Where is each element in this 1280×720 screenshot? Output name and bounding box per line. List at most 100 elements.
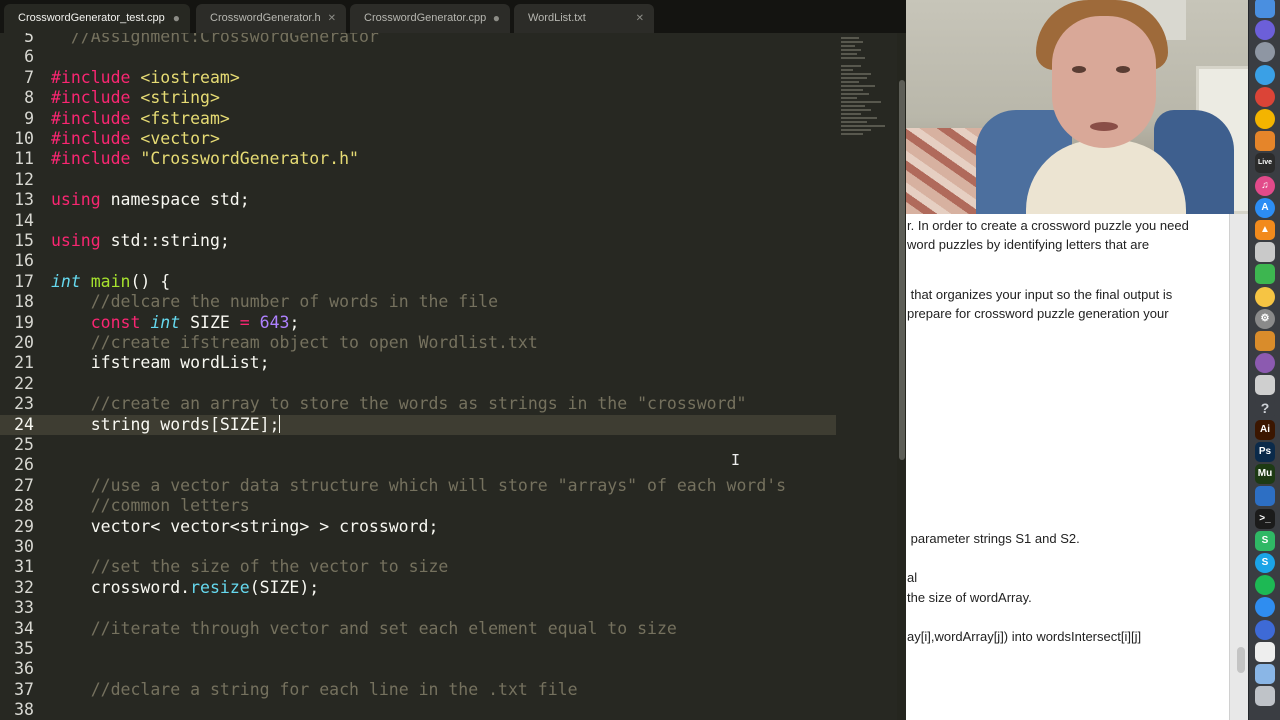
chrome-alt-icon[interactable]	[1255, 109, 1275, 129]
line-number: 31	[14, 557, 34, 577]
document-scrollbar-thumb[interactable]	[1237, 647, 1245, 673]
code-line[interactable]: 21 ifstream wordList;	[0, 353, 836, 373]
code-line[interactable]: 14	[0, 211, 836, 231]
code-token: main	[90, 271, 131, 291]
code-line[interactable]: 38	[0, 700, 836, 720]
skype-icon[interactable]: S	[1255, 553, 1275, 573]
trash-icon[interactable]	[1255, 686, 1275, 707]
code-text: #include <fstream>	[51, 109, 230, 129]
code-line[interactable]: 17 int main() {	[0, 272, 836, 292]
code-line[interactable]: 24 string words[SIZE];	[0, 414, 836, 435]
itunes-icon[interactable]: ♫	[1255, 175, 1275, 196]
font-book-icon[interactable]	[1255, 375, 1275, 396]
vlc-icon[interactable]: ▲	[1255, 220, 1275, 240]
code-line[interactable]: 31 //set the size of the vector to size	[0, 557, 836, 577]
preview-icon[interactable]	[1255, 242, 1275, 263]
code-line[interactable]: 16	[0, 251, 836, 271]
code-line[interactable]: 20 //create ifstream object to open Word…	[0, 333, 836, 353]
document-icon[interactable]	[1255, 641, 1275, 662]
code-line[interactable]: 9 #include <fstream>	[0, 109, 836, 129]
code-line[interactable]: 7 #include <iostream>	[0, 68, 836, 88]
editor-scrollbar-thumb[interactable]	[899, 80, 905, 460]
minimap-line	[841, 129, 871, 131]
launchpad-icon[interactable]	[1255, 42, 1275, 63]
code-line[interactable]: 19 const int SIZE = 643;	[0, 313, 836, 333]
close-icon[interactable]: ✕	[636, 4, 644, 33]
unsaved-dot-icon[interactable]: ●	[493, 4, 500, 33]
siri-icon[interactable]	[1255, 20, 1275, 41]
line-number: 28	[14, 496, 34, 516]
code-line[interactable]: 5 //Assignment:CrosswordGenerator	[0, 33, 836, 47]
code-line[interactable]: 22	[0, 374, 836, 394]
code-line[interactable]: 36	[0, 659, 836, 679]
code-line[interactable]: 25	[0, 435, 836, 455]
document-page[interactable]: r. In order to create a crossword puzzle…	[906, 214, 1230, 720]
minimap-line	[841, 105, 865, 107]
code-line[interactable]: 12	[0, 170, 836, 190]
live-icon[interactable]: Live	[1255, 153, 1275, 174]
code-token: crossword.	[51, 577, 191, 597]
code-text: using namespace std;	[51, 190, 250, 210]
muse-icon[interactable]: Mu	[1255, 464, 1275, 485]
system-preferences-icon[interactable]: ⚙	[1255, 308, 1275, 329]
tab-crosswordgenerator-test-cpp[interactable]: CrosswordGenerator_test.cpp ●	[4, 4, 190, 33]
code-editor[interactable]: 5 //Assignment:CrosswordGenerator 6 7 #incl…	[0, 33, 906, 720]
terminal-icon[interactable]: >_	[1255, 508, 1275, 529]
code-line[interactable]: 11 #include "CrosswordGenerator.h"	[0, 149, 836, 169]
code-line[interactable]: 6	[0, 47, 836, 67]
unsaved-dot-icon[interactable]: ●	[173, 4, 180, 33]
code-line[interactable]: 15 using std::string;	[0, 231, 836, 251]
downloads-icon[interactable]	[1255, 664, 1275, 684]
minimap-line	[841, 77, 867, 79]
tab-label: CrosswordGenerator.cpp	[364, 12, 487, 24]
minimap[interactable]	[837, 33, 897, 153]
code-line[interactable]: 13 using namespace std;	[0, 190, 836, 210]
line-number: 10	[14, 129, 34, 148]
evernote-icon[interactable]	[1255, 264, 1275, 285]
app-store-icon[interactable]: A	[1255, 197, 1275, 218]
code-line[interactable]: 26	[0, 455, 836, 475]
tab-wordlist-txt[interactable]: WordList.txt ✕	[514, 4, 654, 33]
code-line[interactable]: 28 //common letters	[0, 496, 836, 516]
photo-icon[interactable]	[1255, 353, 1275, 374]
code-line[interactable]: 10 #include <vector>	[0, 129, 836, 149]
code-line[interactable]: 33	[0, 598, 836, 618]
code-text: //set the size of the vector to size	[51, 557, 449, 577]
photoshop-icon[interactable]: Ps	[1255, 442, 1275, 462]
line-number: 36	[14, 659, 34, 679]
s-app-icon[interactable]: S	[1255, 530, 1275, 551]
close-icon[interactable]: ✕	[328, 4, 336, 33]
illustrator-icon[interactable]: Ai	[1255, 419, 1275, 440]
spotify-icon[interactable]	[1255, 575, 1275, 596]
sublime-text-icon[interactable]	[1255, 131, 1275, 152]
cyberduck-icon[interactable]	[1255, 286, 1275, 307]
code-line[interactable]: 30	[0, 537, 836, 557]
minimap-line	[841, 101, 881, 103]
code-line[interactable]: 8 #include <string>	[0, 88, 836, 108]
line-number: 13	[14, 190, 34, 210]
tab-crosswordgenerator-h[interactable]: CrosswordGenerator.h ✕	[196, 4, 346, 33]
finder-icon[interactable]	[1255, 0, 1275, 18]
messages-icon[interactable]	[1255, 597, 1275, 618]
code-line[interactable]: 18 //delcare the number of words in the …	[0, 292, 836, 312]
code-line[interactable]: 29 vector< vector<string> > crossword;	[0, 517, 836, 537]
screen-icon[interactable]	[1255, 486, 1275, 507]
code-line[interactable]: 32 crossword.resize(SIZE);	[0, 578, 836, 598]
code-line[interactable]: 23 //create an array to store the words …	[0, 394, 836, 414]
code-line[interactable]: 35	[0, 639, 836, 659]
network-icon[interactable]	[1255, 619, 1275, 640]
code-line[interactable]: 34 //iterate through vector and set each…	[0, 619, 836, 639]
chrome-icon[interactable]	[1255, 86, 1275, 107]
code-line[interactable]: 37 //declare a string for each line in t…	[0, 680, 836, 700]
code-line[interactable]: 27 //use a vector data structure which w…	[0, 476, 836, 496]
safari-icon[interactable]	[1255, 64, 1275, 85]
document-text-line: word puzzles by identifying letters that…	[907, 237, 1150, 252]
document-text-line: prepare for crossword puzzle generation …	[907, 306, 1169, 321]
tab-crosswordgenerator-cpp[interactable]: CrosswordGenerator.cpp ●	[350, 4, 510, 33]
help-icon[interactable]: ?	[1255, 397, 1275, 418]
line-number: 8	[24, 88, 34, 108]
notes-icon[interactable]	[1255, 331, 1275, 351]
